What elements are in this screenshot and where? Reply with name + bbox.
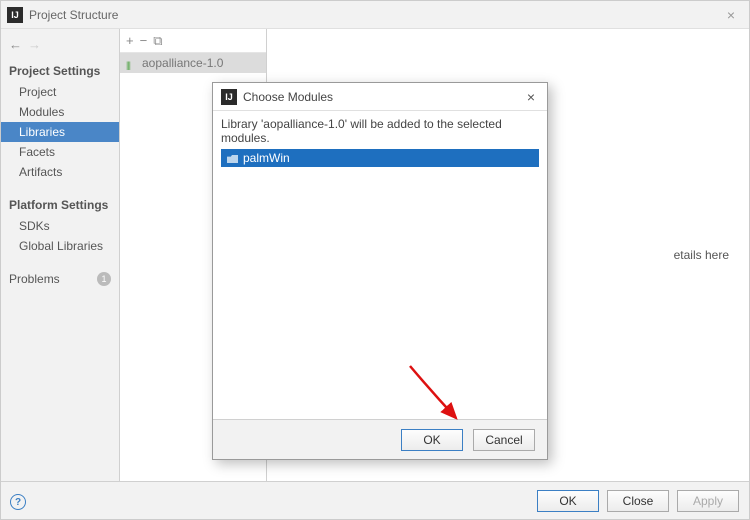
- detail-hint: etails here: [674, 248, 729, 262]
- close-button[interactable]: Close: [607, 490, 669, 512]
- modal-close-button[interactable]: ×: [523, 89, 539, 105]
- choose-modules-dialog: IJ Choose Modules × Library 'aopalliance…: [212, 82, 548, 460]
- remove-icon[interactable]: −: [140, 33, 148, 48]
- modal-title: Choose Modules: [243, 90, 523, 104]
- sidebar-item-project[interactable]: Project: [1, 82, 119, 102]
- library-item-label: aopalliance-1.0: [142, 56, 223, 70]
- help-icon[interactable]: ?: [10, 494, 26, 510]
- sidebar: ← → Project Settings Project Modules Lib…: [1, 29, 119, 481]
- modal-module-list: palmWin: [221, 149, 539, 413]
- app-icon: IJ: [7, 7, 23, 23]
- library-list-item[interactable]: aopalliance-1.0: [120, 53, 266, 73]
- module-list-item[interactable]: palmWin: [221, 149, 539, 167]
- library-icon: [126, 57, 138, 69]
- modal-titlebar: IJ Choose Modules ×: [213, 83, 547, 111]
- sidebar-problems-label: Problems: [9, 272, 60, 286]
- modal-body: Library 'aopalliance-1.0' will be added …: [213, 111, 547, 419]
- window-close-button[interactable]: ×: [719, 7, 743, 23]
- problems-count-badge: 1: [97, 272, 111, 286]
- apply-button[interactable]: Apply: [677, 490, 739, 512]
- libraries-toolbar: + − ⧉: [120, 29, 266, 53]
- sidebar-item-modules[interactable]: Modules: [1, 102, 119, 122]
- sidebar-item-facets[interactable]: Facets: [1, 142, 119, 162]
- back-icon[interactable]: ←: [9, 37, 22, 52]
- module-item-label: palmWin: [243, 151, 290, 165]
- ok-button[interactable]: OK: [537, 490, 599, 512]
- add-icon[interactable]: +: [126, 33, 134, 48]
- sidebar-item-problems[interactable]: Problems 1: [1, 268, 119, 290]
- copy-icon[interactable]: ⧉: [153, 33, 162, 49]
- modal-ok-button[interactable]: OK: [401, 429, 463, 451]
- sidebar-item-global-libraries[interactable]: Global Libraries: [1, 236, 119, 256]
- forward-icon[interactable]: →: [28, 37, 41, 52]
- modal-footer: OK Cancel: [213, 419, 547, 459]
- sidebar-item-libraries[interactable]: Libraries: [1, 122, 119, 142]
- modal-cancel-button[interactable]: Cancel: [473, 429, 535, 451]
- folder-icon: [227, 153, 239, 163]
- sidebar-history-nav: ← →: [1, 33, 119, 60]
- sidebar-item-artifacts[interactable]: Artifacts: [1, 162, 119, 182]
- modal-app-icon: IJ: [221, 89, 237, 105]
- window-title: Project Structure: [29, 8, 719, 22]
- sidebar-item-sdks[interactable]: SDKs: [1, 216, 119, 236]
- window-titlebar: IJ Project Structure ×: [1, 1, 749, 29]
- dialog-footer: OK Close Apply: [1, 481, 749, 519]
- modal-message: Library 'aopalliance-1.0' will be added …: [221, 117, 539, 145]
- sidebar-header-project-settings: Project Settings: [1, 60, 119, 82]
- sidebar-header-platform-settings: Platform Settings: [1, 194, 119, 216]
